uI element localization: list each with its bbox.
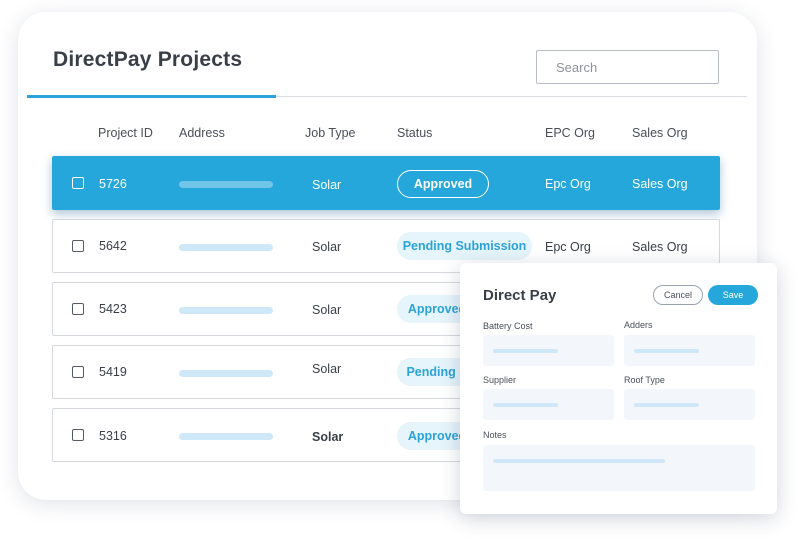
status-badge: Approved <box>397 170 489 198</box>
project-id: 5423 <box>99 302 127 316</box>
direct-pay-panel: Direct Pay Cancel Save Battery Cost Adde… <box>460 263 777 514</box>
field-placeholder-bar <box>493 459 665 463</box>
supplier-label: Supplier <box>483 375 517 385</box>
column-header-epc-org[interactable]: EPC Org <box>545 126 595 140</box>
page-title: DirectPay Projects <box>53 48 243 71</box>
project-id: 5316 <box>99 429 127 443</box>
row-checkbox[interactable] <box>72 177 84 189</box>
job-type: Solar <box>312 178 342 192</box>
panel-title: Direct Pay <box>483 287 557 304</box>
address-placeholder <box>179 307 273 314</box>
field-placeholder-bar <box>634 349 699 353</box>
job-type: Solar <box>312 362 342 376</box>
adders-field[interactable] <box>624 335 755 366</box>
row-checkbox[interactable] <box>72 429 84 441</box>
column-header-project-id[interactable]: Project ID <box>98 126 153 140</box>
status-badge: Pending Submission <box>397 232 532 260</box>
active-tab-indicator <box>27 95 276 98</box>
supplier-field[interactable] <box>483 389 614 420</box>
battery-cost-label: Battery Cost <box>483 321 533 331</box>
adders-label: Adders <box>624 320 653 330</box>
row-checkbox[interactable] <box>72 303 84 315</box>
save-button[interactable]: Save <box>708 285 758 305</box>
row-checkbox[interactable] <box>72 366 84 378</box>
address-placeholder <box>179 370 273 377</box>
notes-field[interactable] <box>483 445 755 491</box>
column-header-sales-org[interactable]: Sales Org <box>632 126 688 140</box>
job-type: Solar <box>312 303 342 317</box>
field-placeholder-bar <box>493 349 558 353</box>
roof-type-field[interactable] <box>624 389 755 420</box>
epc-org: Epc Org <box>545 177 591 191</box>
job-type: Solar <box>312 430 344 444</box>
cancel-button[interactable]: Cancel <box>653 285 703 305</box>
column-header-address[interactable]: Address <box>179 126 225 140</box>
notes-label: Notes <box>483 430 507 440</box>
roof-type-label: Roof Type <box>624 375 665 385</box>
search-input[interactable] <box>536 50 719 84</box>
column-header-status[interactable]: Status <box>397 126 432 140</box>
job-type: Solar <box>312 240 342 254</box>
project-id: 5726 <box>99 177 127 191</box>
address-placeholder <box>179 181 273 188</box>
field-placeholder-bar <box>493 403 558 407</box>
address-placeholder <box>179 433 273 440</box>
field-placeholder-bar <box>634 403 699 407</box>
table-row[interactable]: 5726 Solar Approved Epc Org Sales Org <box>52 156 720 210</box>
row-checkbox[interactable] <box>72 240 84 252</box>
epc-org: Epc Org <box>545 240 591 254</box>
battery-cost-field[interactable] <box>483 335 614 366</box>
project-id: 5419 <box>99 365 127 379</box>
sales-org: Sales Org <box>632 240 688 254</box>
address-placeholder <box>179 244 273 251</box>
project-id: 5642 <box>99 239 127 253</box>
column-header-job-type[interactable]: Job Type <box>305 126 356 140</box>
sales-org: Sales Org <box>632 177 688 191</box>
